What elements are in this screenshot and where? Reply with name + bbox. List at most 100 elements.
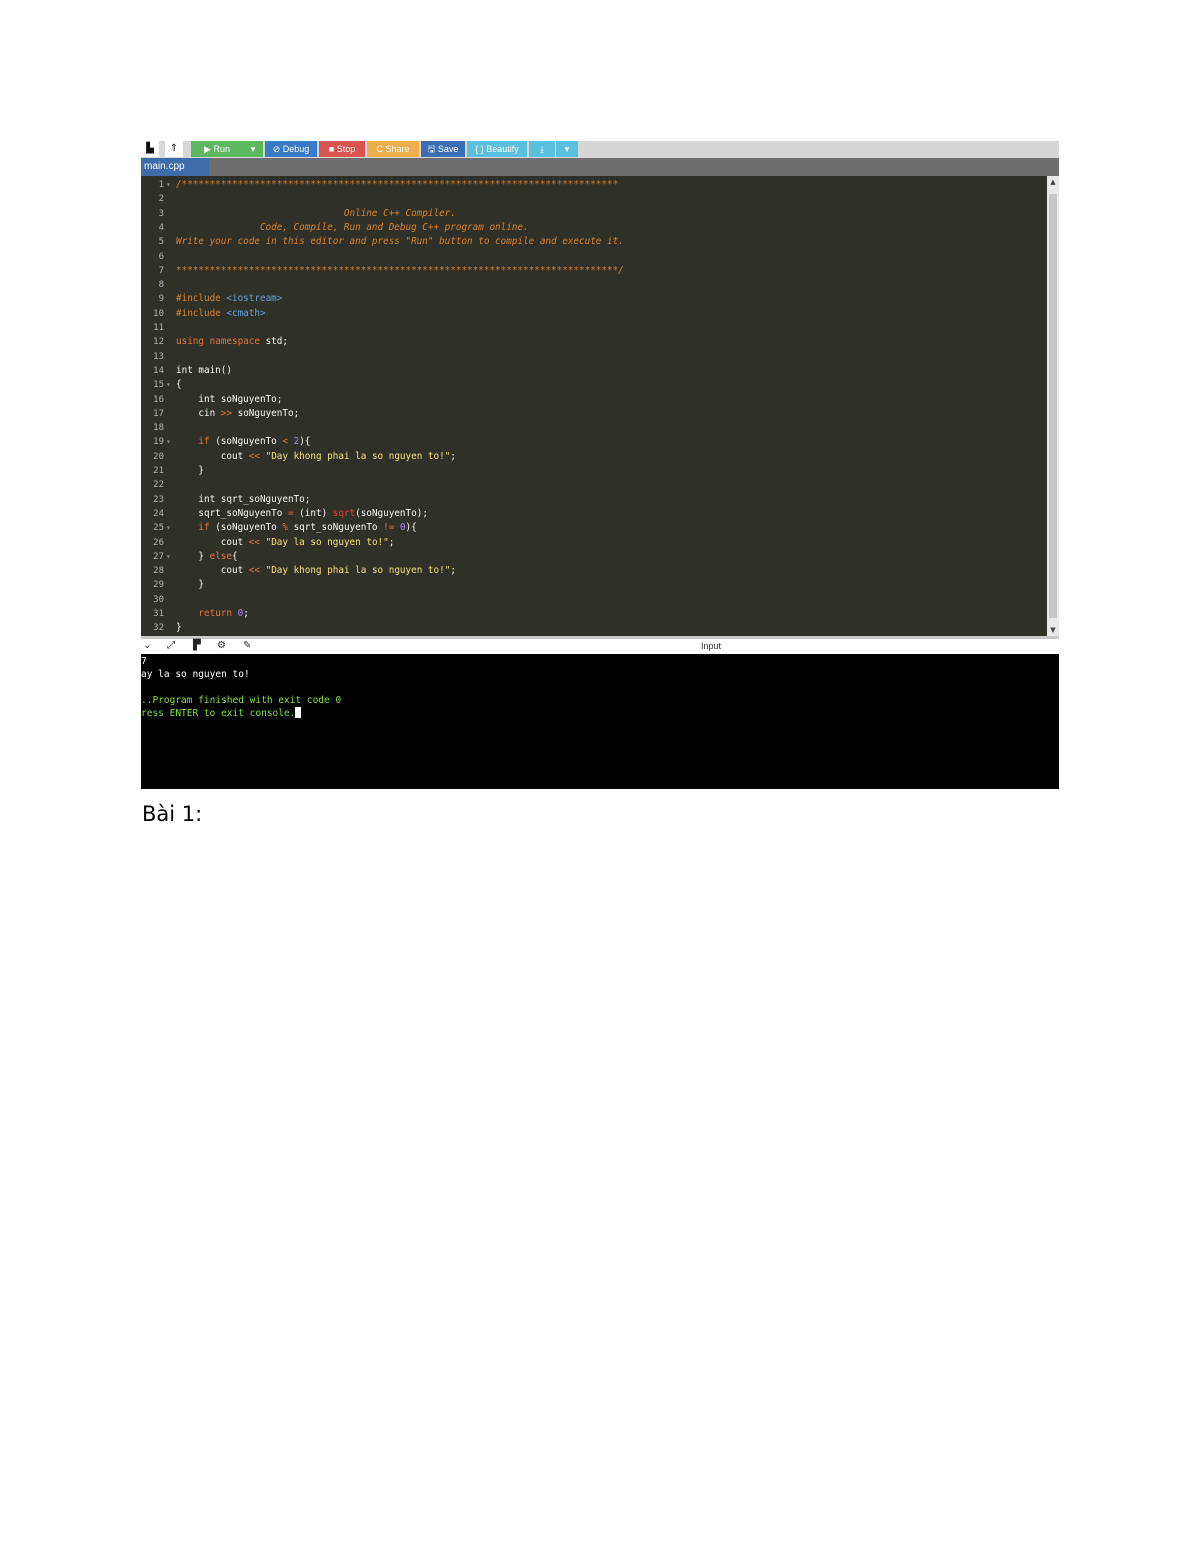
line-number: 20	[153, 451, 164, 462]
line-number: 15	[153, 380, 164, 391]
line-number: 22	[153, 480, 164, 491]
line-number: 30	[153, 594, 164, 605]
line-number: 7	[158, 265, 164, 276]
code-line: sqrt_soNguyenTo = (int) sqrt(soNguyenTo)…	[176, 507, 428, 519]
tab-main-cpp[interactable]: main.cpp	[141, 158, 209, 176]
erase-icon[interactable]: ✎	[243, 639, 251, 653]
fold-toggle-icon[interactable]: ▾	[166, 178, 171, 192]
line-number: 27	[153, 551, 164, 562]
line-number: 3	[158, 208, 164, 219]
upload-icon[interactable]: ⇑	[165, 141, 183, 157]
console-line: ress ENTER to exit console.	[141, 707, 302, 720]
code-line: if (soNguyenTo % sqrt_soNguyenTo != 0){	[198, 522, 417, 534]
line-number: 14	[153, 365, 164, 376]
ide-screenshot: ▙ ⇑ ▶ Run ▾ ⊘ Debug ■ Stop C Share 🖫 Sav…	[141, 141, 1059, 789]
code-line: Code, Compile, Run and Debug C++ program…	[176, 221, 529, 233]
line-number: 1	[158, 180, 164, 190]
share-button[interactable]: C Share	[367, 141, 419, 157]
input-label[interactable]: Input	[701, 639, 721, 653]
code-line: Online C++ Compiler.	[176, 207, 456, 219]
line-number: 16	[153, 394, 164, 405]
run-button[interactable]: ▶ Run	[191, 141, 243, 157]
fold-toggle-icon[interactable]: ▾	[166, 378, 171, 392]
fold-toggle-icon[interactable]: ▾	[166, 521, 171, 535]
code-line: if (soNguyenTo < 2){	[198, 436, 311, 448]
editor-scrollbar[interactable]: ▲ ▼	[1047, 176, 1059, 636]
line-number: 23	[153, 494, 164, 505]
line-number-gutter: 1 ▾ 2 3 4 5 6 7 8 9 10 11 12 13 14 15 ▾ 16 17 18 19 ▾ 20 21 22 23…	[141, 176, 175, 636]
line-number: 32	[153, 623, 164, 634]
code-area[interactable]: /***************************************…	[176, 176, 1046, 636]
line-number: 9	[158, 294, 164, 305]
download-icon: ⤓	[540, 144, 544, 154]
share-label: C Share	[376, 144, 410, 154]
code-line: int soNguyenTo;	[198, 393, 283, 405]
fold-toggle-icon[interactable]: ▾	[166, 435, 171, 449]
code-line: cin >> soNguyenTo;	[198, 407, 300, 419]
line-number: 28	[153, 566, 164, 577]
console-cursor	[295, 707, 302, 718]
code-line: ****************************************…	[176, 264, 624, 276]
caption-text: Bài 1:	[142, 802, 203, 826]
debug-button[interactable]: ⊘ Debug	[265, 141, 317, 157]
beautify-button[interactable]: { } Beautify	[467, 141, 527, 157]
scroll-down-icon[interactable]: ▼	[1047, 626, 1059, 634]
code-line: cout << "Day la so nguyen to!";	[220, 536, 395, 548]
code-line: int main()	[176, 364, 232, 376]
output-console[interactable]: 7 ay la so nguyen to! ..Program finished w…	[141, 654, 1059, 789]
line-number: 25	[153, 523, 164, 534]
scroll-up-icon[interactable]: ▲	[1047, 178, 1059, 186]
chevron-down-icon[interactable]: ⌄	[143, 639, 151, 653]
line-number: 26	[153, 537, 164, 548]
line-number: 17	[153, 408, 164, 419]
scrollbar-thumb[interactable]	[1049, 194, 1057, 618]
chevron-down-icon: ▾	[564, 144, 570, 154]
code-line: cout << "Day khong phai la so nguyen to!…	[220, 565, 456, 577]
download-button[interactable]: ⤓	[529, 141, 555, 157]
code-line: cout << "Day khong phai la so nguyen to!…	[220, 450, 456, 462]
save-label: 🖫 Save	[427, 144, 459, 154]
line-number: 6	[158, 251, 164, 262]
line-number: 19	[153, 437, 164, 448]
line-number: 12	[153, 337, 164, 348]
code-editor[interactable]: 1 ▾ 2 3 4 5 6 7 8 9 10 11 12 13 14 15 ▾ 16 17 18 19 ▾ 20 21 22 23…	[141, 176, 1059, 636]
code-line: }	[176, 622, 182, 634]
line-number: 21	[153, 466, 164, 476]
download-dropdown-button[interactable]: ▾	[556, 141, 578, 157]
stop-button[interactable]: ■ Stop	[319, 141, 365, 157]
line-number: 24	[153, 508, 164, 519]
line-number: 29	[153, 580, 164, 591]
debug-label: ⊘ Debug	[272, 144, 310, 154]
line-number: 8	[158, 280, 164, 291]
line-number: 31	[153, 609, 164, 619]
gear-icon[interactable]: ⚙	[217, 639, 226, 653]
code-line: using namespace std;	[176, 336, 288, 348]
file-icon[interactable]: ▙	[141, 141, 159, 157]
stop-label: ■ Stop	[328, 144, 356, 154]
code-line: int sqrt_soNguyenTo;	[198, 493, 311, 505]
code-line: /***************************************…	[176, 179, 619, 190]
code-line: }	[176, 579, 204, 591]
toolbar: ▙ ⇑ ▶ Run ▾ ⊘ Debug ■ Stop C Share 🖫 Sav…	[141, 141, 1059, 158]
code-line: } else{	[176, 550, 238, 562]
tab-label: main.cpp	[144, 161, 185, 172]
copy-icon[interactable]: ▛	[193, 639, 201, 653]
code-line: #include <cmath>	[176, 307, 266, 319]
line-number: 13	[153, 351, 164, 362]
fold-toggle-icon[interactable]: ▾	[166, 550, 171, 564]
line-number: 10	[153, 308, 164, 319]
line-number: 18	[153, 423, 164, 434]
console-line: 7	[141, 656, 147, 667]
code-line: {	[176, 379, 182, 391]
chevron-down-icon: ▾	[250, 144, 256, 154]
save-button[interactable]: 🖫 Save	[421, 141, 465, 157]
beautify-label: { } Beautify	[475, 144, 519, 154]
code-line: #include <iostream>	[176, 293, 283, 305]
code-line: return 0;	[198, 608, 249, 619]
console-toolbar: ⌄ ⤢ ▛ ⚙ ✎ Input	[141, 636, 1059, 654]
line-number: 2	[158, 194, 164, 205]
run-dropdown-button[interactable]: ▾	[243, 141, 263, 157]
file-tab-bar: main.cpp	[141, 158, 1059, 176]
console-line: ay la so nguyen to!	[141, 669, 250, 680]
expand-icon[interactable]: ⤢	[167, 639, 175, 653]
